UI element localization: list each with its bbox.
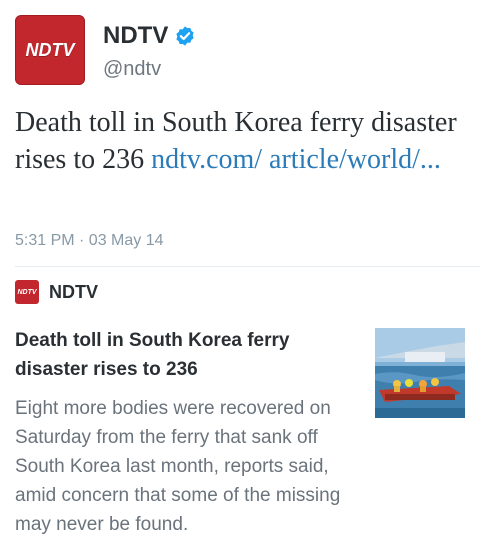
- card-title[interactable]: Death toll in South Korea ferry disaster…: [15, 326, 355, 384]
- card-source-logo: NDTV: [15, 280, 39, 304]
- card-source-name: NDTV: [49, 281, 98, 302]
- card-description: Eight more bodies were recovered on Satu…: [15, 398, 341, 535]
- avatar-logo-text: NDTV: [25, 39, 75, 60]
- display-name[interactable]: NDTV: [103, 22, 168, 50]
- tweet-body: Death toll in South Korea ferry disaster…: [15, 104, 470, 178]
- verified-badge-icon: [176, 26, 194, 46]
- tweet-link[interactable]: ndtv.com/ article/world/...: [151, 144, 441, 175]
- card-logo-text: NDTV: [17, 288, 37, 296]
- ferry-rescue-photo: [375, 328, 465, 418]
- divider: [15, 266, 480, 267]
- tweet-timestamp[interactable]: 5:31 PM · 03 May 14: [15, 232, 164, 250]
- card-thumbnail-image[interactable]: [375, 328, 465, 418]
- user-handle[interactable]: @ndtv: [103, 58, 161, 81]
- author-name-row: NDTV: [103, 22, 196, 50]
- tweet-avatar[interactable]: NDTV: [15, 15, 85, 85]
- card-header[interactable]: NDTV NDTV: [15, 280, 98, 304]
